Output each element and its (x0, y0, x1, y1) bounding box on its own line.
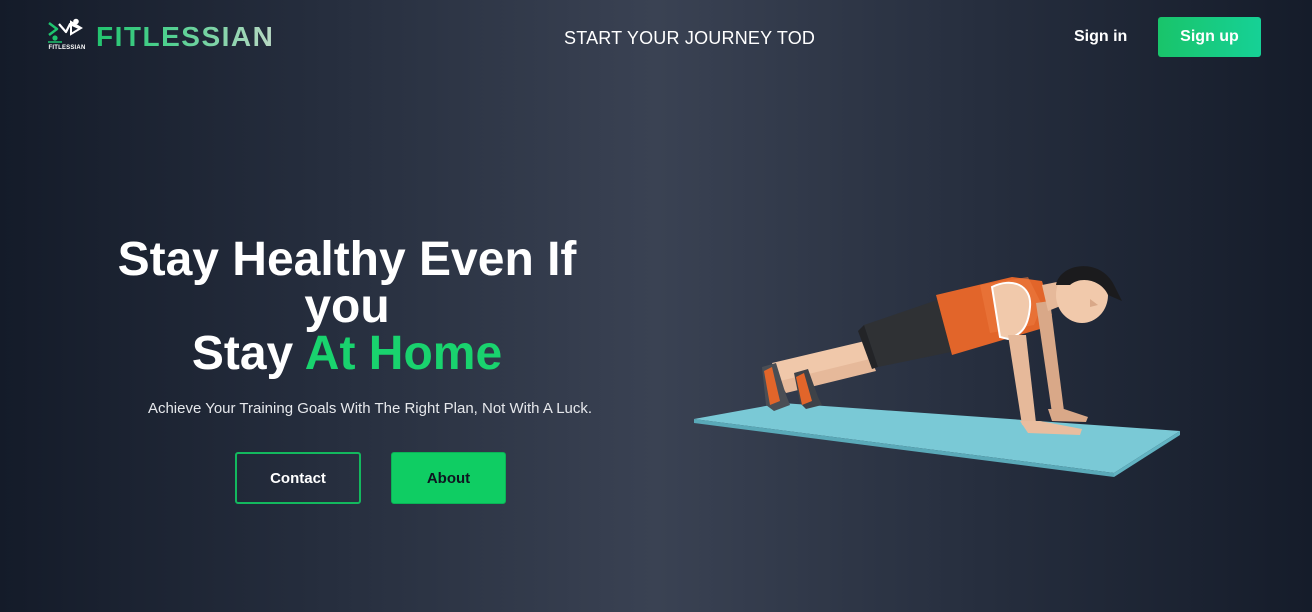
contact-button[interactable]: Contact (235, 452, 361, 504)
hero-title-line2: you (304, 280, 390, 333)
brand-logo[interactable]: FITLESSIAN FITLESSIAN (46, 18, 274, 56)
hero-subtitle: Achieve Your Training Goals With The Rig… (147, 400, 593, 417)
nav-tagline: START YOUR JOURNEY TOD (564, 28, 816, 48)
signin-link[interactable]: Sign in (1074, 28, 1127, 46)
brand-mark-caption: FITLESSIAN (48, 45, 86, 51)
hero-title-line3-prefix: Stay (191, 327, 294, 380)
hero-title: Stay Healthy Even If you Stay At Home (97, 233, 597, 380)
navbar: FITLESSIAN FITLESSIAN START YOUR JOURNEY… (0, 0, 1312, 76)
hero-title-line3: Stay At Home (97, 327, 597, 380)
brand-mark-icon: FITLESSIAN (46, 18, 88, 56)
about-button[interactable]: About (391, 452, 506, 504)
pushup-man-illustration (690, 255, 1190, 490)
signup-button[interactable]: Sign up (1158, 17, 1261, 57)
hero-title-line1: Stay Healthy Even If (117, 233, 577, 286)
brand-name: FITLESSIAN (96, 21, 275, 52)
hero-title-accent: At Home (304, 327, 503, 380)
